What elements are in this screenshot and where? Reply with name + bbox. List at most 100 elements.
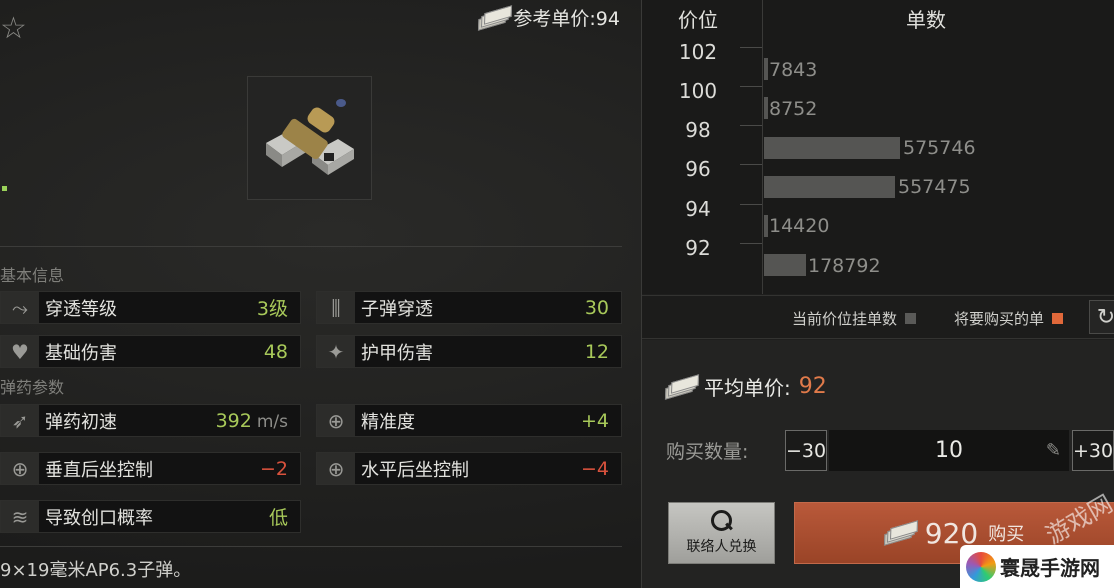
- order-count: 8752: [769, 98, 818, 120]
- price-tick: [740, 47, 762, 48]
- quantity-value: 10: [935, 438, 963, 463]
- price-level: 92: [685, 236, 711, 260]
- cash-icon: [664, 373, 700, 400]
- price-level: 102: [678, 40, 718, 64]
- stat-vertical-recoil: ⊕ 垂直后坐控制 −2: [0, 452, 301, 485]
- divider: [0, 546, 622, 547]
- ammo-icon: [266, 99, 354, 175]
- average-price: 平均单价: 92: [664, 372, 827, 401]
- penetration-icon: ⤳: [1, 292, 39, 323]
- trade-screen: ☆ 参考单价:94 基本信息 ⤳ 穿透等级 3级 ⫼ 子弹穿透 30 ♥ 基础伤…: [0, 0, 1114, 588]
- favorite-star-icon[interactable]: ☆: [0, 14, 27, 44]
- quantity-input[interactable]: 10 ✎: [829, 430, 1069, 471]
- order-bar[interactable]: [764, 254, 806, 276]
- average-price-label: 平均单价:: [704, 376, 791, 400]
- price-level: 98: [685, 118, 711, 142]
- item-thumbnail: [247, 76, 372, 200]
- section-basic-info: 基本信息: [0, 266, 65, 285]
- legend-to-buy: 将要购买的单: [954, 308, 1064, 329]
- stat-name: 精准度: [361, 411, 415, 433]
- stat-base-damage: ♥ 基础伤害 48: [0, 335, 301, 368]
- order-bar[interactable]: [764, 137, 900, 159]
- stat-value: −4: [580, 457, 609, 480]
- order-count: 7843: [769, 59, 818, 81]
- refresh-button[interactable]: ↻: [1089, 300, 1114, 334]
- horizontal-recoil-icon: ⊕: [317, 453, 355, 484]
- legend-current-orders: 当前价位挂单数: [792, 308, 917, 329]
- bullet-pen-icon: ⫼: [317, 292, 355, 323]
- plus-30-button[interactable]: +30: [1072, 430, 1114, 471]
- stat-value: 392 m/s: [215, 409, 288, 432]
- price-level: 96: [685, 157, 711, 181]
- barter-button[interactable]: 联络人兑换: [668, 502, 775, 564]
- armor-damage-icon: ✦: [317, 336, 355, 367]
- stat-value: 3级: [256, 298, 288, 320]
- stat-unit: m/s: [256, 411, 288, 432]
- item-description: 9×19毫米AP6.3子弹。: [0, 560, 192, 581]
- market-panel: 价位 单数 102 100 7843 98 8752 96 575746 94 …: [641, 0, 1114, 588]
- price-tick: [740, 86, 762, 87]
- stat-name: 水平后坐控制: [361, 459, 469, 481]
- legend-swatch: [905, 313, 917, 324]
- order-bar[interactable]: [764, 97, 768, 119]
- cash-icon: [478, 4, 513, 31]
- price-tick: [740, 125, 762, 126]
- broken-heart-icon: ♥: [1, 336, 39, 367]
- order-bar[interactable]: [764, 176, 895, 198]
- crosshair-icon: ⊕: [317, 405, 355, 436]
- legend-label: 当前价位挂单数: [792, 310, 898, 328]
- price-tick: [740, 204, 762, 205]
- order-bar[interactable]: [764, 215, 768, 237]
- pencil-icon[interactable]: ✎: [1046, 440, 1061, 461]
- stat-name: 基础伤害: [45, 342, 117, 364]
- quantity-label: 购买数量:: [666, 441, 749, 463]
- legend-label: 将要购买的单: [954, 310, 1045, 328]
- stat-armor-damage: ✦ 护甲伤害 12: [316, 335, 622, 368]
- order-count: 557475: [898, 176, 971, 198]
- item-info-panel: ☆ 参考单价:94 基本信息 ⤳ 穿透等级 3级 ⫼ 子弹穿透 30 ♥ 基础伤…: [0, 0, 640, 588]
- logo-text: 寰晟手游网: [1000, 556, 1100, 580]
- stat-accuracy: ⊕ 精准度 +4: [316, 404, 622, 437]
- stat-value: −2: [259, 457, 288, 480]
- price-column-header: 价位: [678, 8, 718, 32]
- stat-value: 低: [268, 507, 288, 529]
- search-icon: [710, 510, 733, 532]
- refresh-icon: ↻: [1096, 304, 1114, 330]
- stat-horizontal-recoil: ⊕ 水平后坐控制 −4: [316, 452, 622, 485]
- vertical-recoil-icon: ⊕: [1, 453, 39, 484]
- stat-name: 垂直后坐控制: [45, 459, 153, 481]
- order-count: 14420: [769, 215, 830, 237]
- chart-legend: 当前价位挂单数 将要购买的单 ↻: [642, 295, 1114, 339]
- stat-bleed-chance: ≋ 导致创口概率 低: [0, 500, 301, 533]
- stat-velocity: ➶ 弹药初速 392 m/s: [0, 404, 301, 437]
- legend-swatch: [1052, 313, 1064, 324]
- barter-label: 联络人兑换: [686, 539, 757, 555]
- average-price-value: 92: [798, 374, 827, 399]
- stat-value: +4: [580, 409, 609, 432]
- price-level: 100: [678, 79, 718, 103]
- reference-price-text: 参考单价:94: [513, 8, 620, 30]
- price-level: 94: [685, 197, 711, 221]
- order-count: 575746: [903, 137, 976, 159]
- wound-icon: ≋: [1, 501, 39, 532]
- minus-30-button[interactable]: −30: [785, 430, 827, 471]
- price-tick: [740, 164, 762, 165]
- indicator-dot: [2, 186, 7, 191]
- stat-name: 子弹穿透: [361, 298, 433, 320]
- stat-pen-level: ⤳ 穿透等级 3级: [0, 291, 301, 324]
- stat-value: 12: [584, 340, 609, 363]
- order-bar[interactable]: [764, 58, 768, 80]
- section-ammo-params: 弹药参数: [0, 378, 65, 397]
- order-count: 178792: [808, 255, 881, 277]
- stat-value: 30: [584, 296, 609, 319]
- axis-line: [762, 0, 763, 294]
- watermark-logo: 寰晟手游网: [960, 545, 1114, 588]
- stat-bullet-pen: ⫼ 子弹穿透 30: [316, 291, 622, 324]
- stat-name: 穿透等级: [45, 298, 117, 320]
- logo-icon: [966, 551, 996, 582]
- stat-value: 48: [263, 340, 288, 363]
- order-depth-chart: 价位 单数 102 100 7843 98 8752 96 575746 94 …: [642, 0, 1114, 294]
- stat-name: 护甲伤害: [361, 342, 433, 364]
- cash-icon: [883, 520, 918, 546]
- buy-label: 购买: [988, 524, 1025, 545]
